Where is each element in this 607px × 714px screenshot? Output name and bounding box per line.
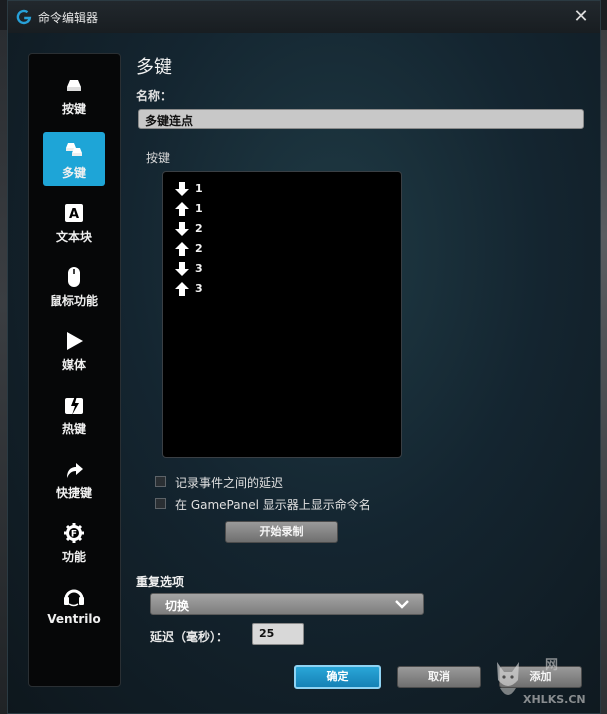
arrow-up-icon <box>175 242 189 256</box>
watermark-fox-icon <box>497 662 519 695</box>
gamepanel-label: 在 GamePanel 显示器上显示命令名 <box>175 498 371 512</box>
repeat-select-value: 切换 <box>165 599 190 613</box>
sidebar-item-multikey[interactable]: 多键 <box>43 132 105 186</box>
key-name: 3 <box>195 262 203 275</box>
arrow-up-icon <box>175 202 189 216</box>
record-delay-label: 记录事件之间的延迟 <box>175 476 284 490</box>
window-title: 命令编辑器 <box>38 11 99 25</box>
keys-label: 按键 <box>146 151 171 165</box>
sidebar-item-label: 文本块 <box>55 230 92 244</box>
sidebar-item-keystroke[interactable]: 按键 <box>43 68 105 122</box>
sidebar-item-label: Ventrilo <box>47 612 101 626</box>
watermark-cn-text: 网 <box>545 658 559 673</box>
headset-icon <box>64 589 84 607</box>
sidebar-item-shortcut[interactable]: 快捷键 <box>43 452 105 506</box>
delay-input[interactable]: 25 <box>252 623 304 645</box>
arrow-down-icon <box>175 182 189 196</box>
key-name: 2 <box>195 222 203 235</box>
play-icon <box>67 332 83 350</box>
command-type-sidebar: 按键 多键 A 文本块 鼠标功能 媒体 热键 快捷键 F 功能 Ventrilo <box>28 53 121 687</box>
logitech-g-icon <box>16 9 32 25</box>
text-block-icon: A <box>65 204 83 222</box>
sidebar-item-media[interactable]: 媒体 <box>43 324 105 378</box>
hotkey-icon <box>65 396 83 415</box>
shortcut-arrow-icon <box>67 463 83 478</box>
title-bar: 命令编辑器 ✕ <box>8 1 600 33</box>
watermark: 网 XHLKS.CN <box>493 652 603 708</box>
keys-list[interactable]: 1 1 2 2 3 3 <box>162 171 402 458</box>
ok-button[interactable]: 确定 <box>294 665 381 689</box>
close-button[interactable]: ✕ <box>570 6 592 28</box>
sidebar-item-ventrilo[interactable]: Ventrilo <box>43 580 105 634</box>
sidebar-item-hotkey[interactable]: 热键 <box>43 388 105 442</box>
sidebar-item-label: 多键 <box>61 166 86 180</box>
chevron-down-icon <box>395 600 409 609</box>
sidebar-item-label: 按键 <box>61 102 86 116</box>
gear-f-icon: F <box>64 523 84 543</box>
repeat-options-label: 重复选项 <box>136 575 185 589</box>
start-record-button[interactable]: 开始录制 <box>225 521 338 543</box>
svg-text:F: F <box>71 530 77 540</box>
mouse-icon <box>68 267 80 287</box>
sidebar-item-label: 快捷键 <box>55 486 92 500</box>
gamepanel-checkbox[interactable] <box>155 498 166 509</box>
key-name: 1 <box>195 202 203 215</box>
sidebar-item-mouse[interactable]: 鼠标功能 <box>43 260 105 314</box>
key-name: 2 <box>195 242 203 255</box>
cancel-button[interactable]: 取消 <box>397 666 481 688</box>
sidebar-item-function[interactable]: F 功能 <box>43 516 105 570</box>
arrow-down-icon <box>175 222 189 236</box>
name-label: 名称： <box>136 89 173 103</box>
sidebar-item-label: 媒体 <box>61 358 86 372</box>
page-title: 多键 <box>136 57 172 78</box>
key-name: 1 <box>195 182 203 195</box>
multi-key-icon <box>66 143 82 156</box>
svg-text:A: A <box>69 207 79 222</box>
delay-label: 延迟（毫秒）： <box>150 630 229 644</box>
record-delay-checkbox[interactable] <box>155 476 166 487</box>
sidebar-item-text-block[interactable]: A 文本块 <box>43 196 105 250</box>
name-field[interactable]: 多键连点 <box>138 109 584 129</box>
arrow-down-icon <box>175 262 189 276</box>
key-name: 3 <box>195 282 203 295</box>
key-icon <box>67 80 81 91</box>
sidebar-item-label: 热键 <box>61 422 86 436</box>
sidebar-item-label: 鼠标功能 <box>49 294 98 308</box>
watermark-site-text: XHLKS.CN <box>523 693 586 706</box>
command-editor-window: 命令编辑器 ✕ 按键 多键 A 文本块 鼠标功能 媒体 热键 快捷键 F 功能 … <box>7 0 601 714</box>
repeat-select[interactable]: 切换 <box>150 593 424 615</box>
sidebar-item-label: 功能 <box>61 550 86 564</box>
arrow-up-icon <box>175 282 189 296</box>
